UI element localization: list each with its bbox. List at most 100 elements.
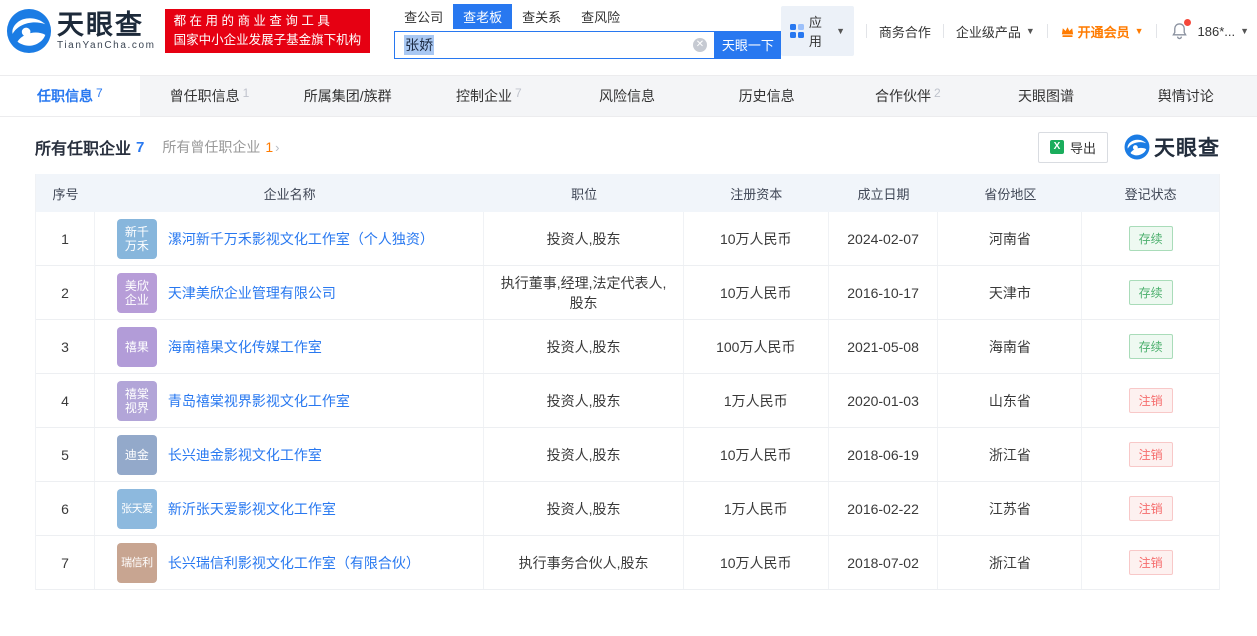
chevron-right-icon: › <box>275 139 280 155</box>
nav-tab[interactable]: 任职信息 7 <box>0 76 140 116</box>
company-logo[interactable]: 美欣 企业 <box>116 272 157 313</box>
account-phone-menu[interactable]: 186*... ▼ <box>1198 24 1250 39</box>
search-row: 张娇 ✕ 天眼一下 <box>394 30 781 59</box>
company-name-link[interactable]: 新沂张天爱影视文化工作室 <box>168 499 336 519</box>
position-cell: 投资人,股东 <box>484 428 684 481</box>
excel-icon: X <box>1049 140 1064 154</box>
section-header-right: X 导出 天眼查 <box>1037 131 1220 163</box>
notification-dot <box>1183 19 1191 26</box>
company-cell: 新千 万禾 漯河新千万禾影视文化工作室（个人独资） <box>95 212 485 265</box>
chevron-down-icon: ▼ <box>1025 26 1035 36</box>
promo-line1: 都 在 用 的 商 业 查 询 工 具 <box>173 14 330 28</box>
nav-tab[interactable]: 合作伙伴 2 <box>838 76 978 116</box>
col-header-position: 职位 <box>571 186 598 202</box>
table-row: 3 禧果 海南禧果文化传媒工作室 投资人,股东 100万人民币 2021-05-… <box>36 320 1219 374</box>
nav-tab[interactable]: 控制企业 7 <box>419 76 559 116</box>
search-tab[interactable]: 查关系 <box>512 4 571 29</box>
vip-upgrade-button[interactable]: 开通会员 ▼ <box>1060 22 1144 41</box>
company-logo[interactable]: 禧果 <box>116 326 157 367</box>
export-button[interactable]: X 导出 <box>1037 131 1108 163</box>
section-title: 所有任职企业 <box>35 141 132 158</box>
table-header-row: 序号 企业名称 职位 注册资本 成立日期 省份地区 登记状态 <box>36 174 1219 212</box>
top-bar: 天眼查 TianYanCha.com 都 在 用 的 商 业 查 询 工 具 国… <box>0 0 1257 62</box>
menu-item-cooperation[interactable]: 商务合作 <box>879 22 931 41</box>
nav-tab[interactable]: 所属集团/族群 <box>279 76 419 116</box>
company-cell: 禧棠 视界 青岛禧棠视界影视文化工作室 <box>95 374 485 427</box>
date-cell: 2016-02-22 <box>829 482 939 535</box>
apps-menu-button[interactable]: 应用 ▼ <box>780 6 854 56</box>
menu-item-enterprise[interactable]: 企业级产品 ▼ <box>956 22 1035 41</box>
apps-label: 应用 <box>808 15 822 49</box>
col-header-status: 登记状态 <box>1124 186 1177 202</box>
company-cell: 美欣 企业 天津美欣企业管理有限公司 <box>95 266 485 319</box>
date-cell: 2024-02-07 <box>829 212 939 265</box>
company-logo[interactable]: 张天爱 <box>116 488 157 529</box>
capital-cell: 10万人民币 <box>684 212 829 265</box>
nav-tab[interactable]: 曾任职信息 1 <box>140 76 280 116</box>
vip-crown-icon <box>1061 26 1073 37</box>
company-logo[interactable]: 禧棠 视界 <box>116 380 157 421</box>
status-cell: 注销 <box>1082 536 1219 589</box>
site-logo[interactable]: 天眼查 TianYanCha.com <box>6 8 156 54</box>
company-name-link[interactable]: 天津美欣企业管理有限公司 <box>168 283 336 303</box>
province-cell: 天津市 <box>938 266 1083 319</box>
brand-name: 天眼查 <box>57 10 144 40</box>
table-row: 1 新千 万禾 漯河新千万禾影视文化工作室（个人独资） 投资人,股东 10万人民币… <box>36 212 1219 266</box>
search-button[interactable]: 天眼一下 <box>714 30 781 59</box>
nav-tab-count: 7 <box>95 86 103 100</box>
search-tab[interactable]: 查风险 <box>571 4 630 29</box>
nav-tab-count: 7 <box>515 86 522 100</box>
export-label: 导出 <box>1069 140 1096 156</box>
company-cell: 张天爱 新沂张天爱影视文化工作室 <box>95 482 485 535</box>
position-cell: 执行董事,经理,法定代表人,股东 <box>484 266 684 319</box>
capital-cell: 1万人民币 <box>684 374 829 427</box>
nav-tab[interactable]: 风险信息 <box>559 76 699 116</box>
date-cell: 2018-07-02 <box>829 536 939 589</box>
nav-tab-label: 曾任职信息 <box>169 88 240 104</box>
nav-tab-label: 天眼图谱 <box>1018 88 1075 104</box>
province-cell: 江苏省 <box>938 482 1083 535</box>
status-cell: 存续 <box>1082 320 1219 373</box>
clear-icon[interactable]: ✕ <box>692 37 707 52</box>
company-cell: 禧果 海南禧果文化传媒工作室 <box>95 320 485 373</box>
table-body: 1 新千 万禾 漯河新千万禾影视文化工作室（个人独资） 投资人,股东 10万人民币… <box>36 212 1219 590</box>
nav-tab-count: 1 <box>242 86 250 100</box>
nav-tab[interactable]: 天眼图谱 <box>978 76 1118 116</box>
nav-tab[interactable]: 历史信息 <box>698 76 838 116</box>
province-cell: 河南省 <box>938 212 1083 265</box>
company-logo[interactable]: 迪金 <box>116 434 157 475</box>
nav-tab-label: 控制企业 <box>456 88 512 104</box>
province-cell: 海南省 <box>938 320 1083 373</box>
company-logo[interactable]: 新千 万禾 <box>116 218 157 259</box>
company-name-link[interactable]: 长兴迪金影视文化工作室 <box>168 445 322 465</box>
company-name-link[interactable]: 青岛禧棠视界影视文化工作室 <box>168 391 350 411</box>
promo-badge: 都 在 用 的 商 业 查 询 工 具 国家中小企业发展子基金旗下机构 <box>164 9 371 53</box>
status-badge: 注销 <box>1128 496 1173 521</box>
search-tab[interactable]: 查公司 <box>394 4 453 29</box>
capital-cell: 10万人民币 <box>684 536 829 589</box>
company-name-link[interactable]: 漯河新千万禾影视文化工作室（个人独资） <box>168 229 434 249</box>
positions-table: 序号 企业名称 职位 注册资本 成立日期 省份地区 登记状态 1 新千 万禾 漯河… <box>35 174 1220 590</box>
status-cell: 注销 <box>1082 482 1219 535</box>
nav-tab[interactable]: 舆情讨论 <box>1117 76 1257 116</box>
row-number: 4 <box>36 374 95 427</box>
company-name-link[interactable]: 海南禧果文化传媒工作室 <box>168 337 322 357</box>
row-number: 1 <box>36 212 95 265</box>
search-tab[interactable]: 查老板 <box>453 3 513 29</box>
position-cell: 投资人,股东 <box>484 374 684 427</box>
date-cell: 2016-10-17 <box>829 266 939 319</box>
search-input[interactable]: 张娇 ✕ <box>394 30 715 59</box>
nav-tab-count: 2 <box>934 86 941 100</box>
divider <box>865 24 867 38</box>
divider <box>1046 24 1048 38</box>
province-cell: 山东省 <box>938 374 1083 427</box>
notifications-bell-button[interactable] <box>1171 19 1191 40</box>
former-positions-link[interactable]: 所有曾任职企业 1 › <box>162 137 279 157</box>
company-name-link[interactable]: 长兴瑞信利影视文化工作室（有限合伙） <box>168 553 420 573</box>
col-header-capital: 注册资本 <box>730 186 783 202</box>
table-row: 7 瑞信利 长兴瑞信利影视文化工作室（有限合伙） 执行事务合伙人,股东 10万人… <box>36 536 1219 590</box>
company-logo[interactable]: 瑞信利 <box>116 542 157 583</box>
watermark-brand-text: 天眼查 <box>1154 137 1220 160</box>
row-number: 5 <box>36 428 95 481</box>
table-row: 4 禧棠 视界 青岛禧棠视界影视文化工作室 投资人,股东 1万人民币 2020-0… <box>36 374 1219 428</box>
